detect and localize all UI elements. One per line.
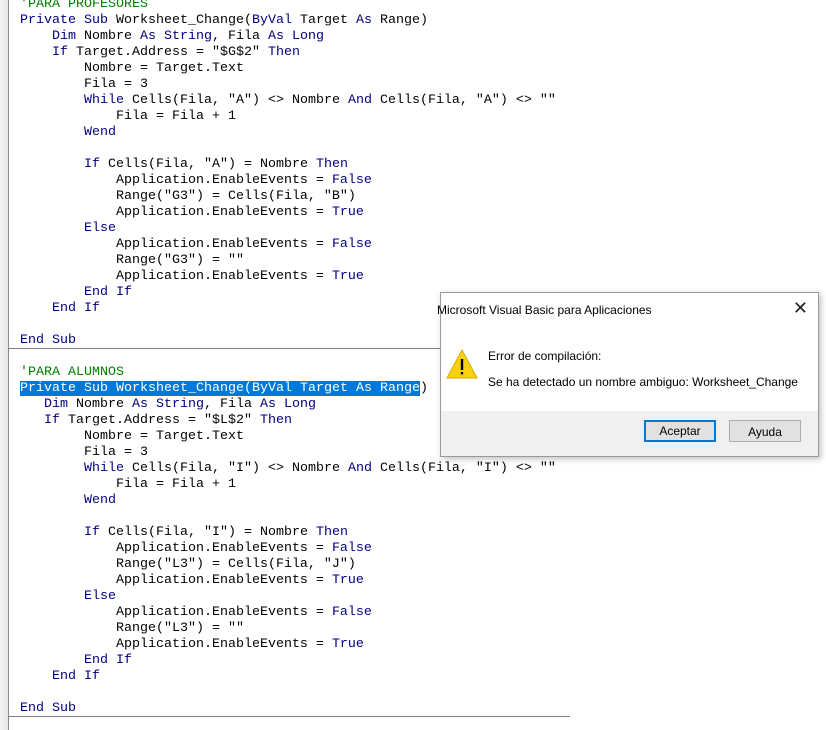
code-line[interactable]: Application.EnableEvents = True <box>20 637 364 653</box>
code-line[interactable]: While Cells(Fila, "I") <> Nombre And Cel… <box>20 461 556 477</box>
error-message: Se ha detectado un nombre ambiguo: Works… <box>488 375 798 389</box>
code-line[interactable]: Application.EnableEvents = False <box>20 237 372 253</box>
code-line[interactable]: Range("G3") = "" <box>20 253 244 269</box>
code-line[interactable]: Fila = Fila + 1 <box>20 477 236 493</box>
code-line[interactable]: Dim Nombre As String, Fila As Long <box>20 29 324 45</box>
code-line[interactable]: End Sub <box>20 333 76 349</box>
editor-left-margin <box>0 0 8 730</box>
code-line[interactable]: Private Sub Worksheet_Change(ByVal Targe… <box>20 13 428 29</box>
code-line[interactable]: Dim Nombre As String, Fila As Long <box>20 397 316 413</box>
code-line[interactable]: Application.EnableEvents = False <box>20 605 372 621</box>
code-line[interactable]: Application.EnableEvents = True <box>20 573 364 589</box>
code-line[interactable]: Application.EnableEvents = True <box>20 269 364 285</box>
code-line[interactable]: Range("G3") = Cells(Fila, "B") <box>20 189 356 205</box>
code-line[interactable]: If Cells(Fila, "A") = Nombre Then <box>20 157 348 173</box>
warning-icon <box>446 349 478 379</box>
code-line[interactable]: If Cells(Fila, "I") = Nombre Then <box>20 525 348 541</box>
text-selection[interactable]: Private Sub Worksheet_Change(ByVal Targe… <box>20 381 420 396</box>
code-line[interactable]: End If <box>20 669 100 685</box>
code-line[interactable]: Fila = 3 <box>20 445 148 461</box>
compile-error-dialog: Microsoft Visual Basic para Aplicaciones… <box>437 292 819 457</box>
code-line[interactable]: Fila = Fila + 1 <box>20 109 236 125</box>
editor-margin-border <box>8 0 9 730</box>
code-line[interactable]: End If <box>20 653 132 669</box>
code-comment-line[interactable]: 'PARA ALUMNOS <box>20 365 124 381</box>
code-line[interactable]: Else <box>20 589 116 605</box>
accept-button[interactable]: Aceptar <box>644 420 716 442</box>
close-icon[interactable]: ✕ <box>793 298 808 319</box>
code-comment-line[interactable]: 'PARA PROFESORES <box>20 0 148 13</box>
code-line[interactable]: Private Sub Worksheet_Change(ByVal Targe… <box>20 381 428 397</box>
code-line[interactable]: Nombre = Target.Text <box>20 61 244 77</box>
help-button[interactable]: Ayuda <box>729 420 801 442</box>
code-line[interactable]: Else <box>20 221 116 237</box>
code-line[interactable]: Wend <box>20 493 116 509</box>
code-line[interactable]: Wend <box>20 125 116 141</box>
procedure-separator <box>8 716 570 717</box>
code-line[interactable]: Nombre = Target.Text <box>20 429 244 445</box>
error-heading: Error de compilación: <box>488 349 602 363</box>
code-line[interactable]: While Cells(Fila, "A") <> Nombre And Cel… <box>20 93 556 109</box>
dialog-title: Microsoft Visual Basic para Aplicaciones <box>437 303 652 317</box>
code-line[interactable]: End If <box>20 285 132 301</box>
code-line[interactable]: If Target.Address = "$L$2" Then <box>20 413 292 429</box>
code-line[interactable]: End If <box>20 301 100 317</box>
code-line[interactable]: Range("L3") = Cells(Fila, "J") <box>20 557 356 573</box>
code-line[interactable]: End Sub <box>20 701 76 717</box>
code-line[interactable]: Application.EnableEvents = False <box>20 541 372 557</box>
code-line[interactable]: Fila = 3 <box>20 77 148 93</box>
code-line[interactable]: Range("L3") = "" <box>20 621 244 637</box>
code-line[interactable]: Application.EnableEvents = True <box>20 205 364 221</box>
code-line[interactable]: If Target.Address = "$G$2" Then <box>20 45 300 61</box>
code-line[interactable]: Application.EnableEvents = False <box>20 173 372 189</box>
procedure-separator <box>8 348 440 349</box>
